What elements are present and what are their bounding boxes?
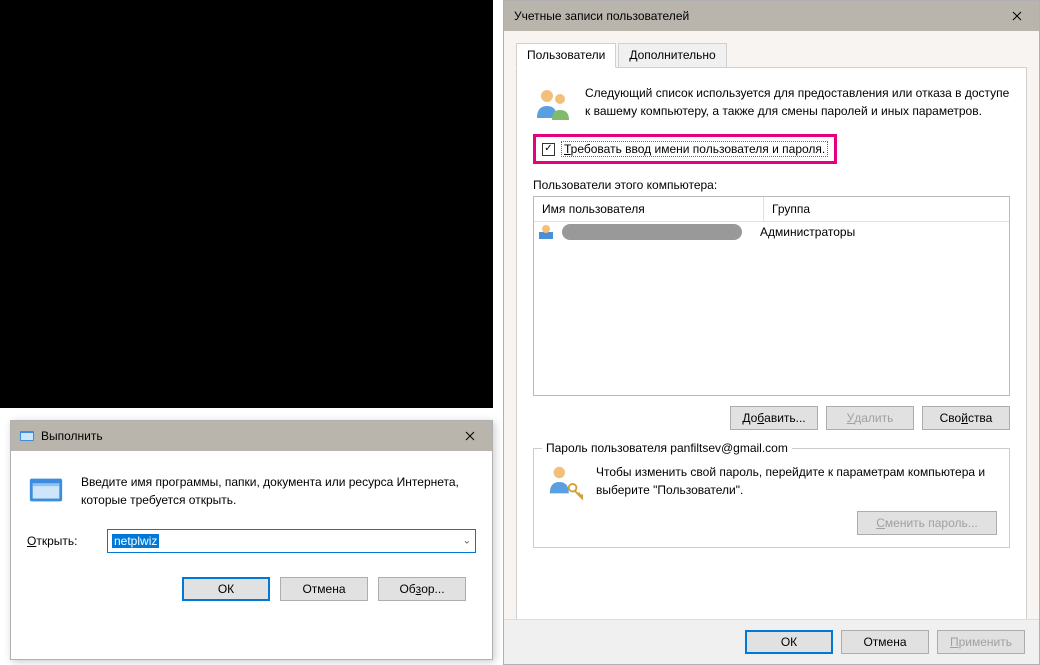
run-open-value: netplwiz	[112, 534, 159, 548]
tab-content-users: Следующий список используется для предос…	[516, 68, 1027, 638]
ua-titlebar[interactable]: Учетные записи пользователей	[504, 1, 1039, 31]
password-fieldset-legend: Пароль пользователя panfiltsev@gmail.com	[542, 441, 792, 455]
user-accounts-dialog: Учетные записи пользователей Пользовател…	[503, 0, 1040, 665]
password-instruction-text: Чтобы изменить свой пароль, перейдите к …	[596, 463, 997, 501]
users-list-header: Имя пользователя Группа	[534, 197, 1009, 222]
run-ok-button[interactable]: ОК	[182, 577, 270, 601]
user-key-icon	[546, 463, 584, 501]
close-icon	[465, 431, 475, 441]
col-header-name[interactable]: Имя пользователя	[534, 197, 764, 221]
require-login-label: Требовать ввод имени пользователя и паро…	[561, 141, 828, 157]
run-cancel-button[interactable]: Отмена	[280, 577, 368, 601]
password-fieldset: Пароль пользователя panfiltsev@gmail.com…	[533, 448, 1010, 548]
close-icon	[1012, 11, 1022, 21]
ua-apply-button: Применить	[937, 630, 1025, 654]
users-list-label: Пользователи этого компьютера:	[533, 178, 1010, 192]
users-icon	[533, 84, 573, 124]
run-title-icon	[19, 428, 35, 444]
remove-user-button: Удалить	[826, 406, 914, 430]
add-user-button[interactable]: Добавить...	[730, 406, 818, 430]
ua-close-button[interactable]	[994, 1, 1039, 31]
ua-bottom-button-row: ОК Отмена Применить	[504, 619, 1039, 664]
col-header-group[interactable]: Группа	[764, 197, 1009, 221]
ua-ok-button[interactable]: ОК	[745, 630, 833, 654]
ua-intro-text: Следующий список используется для предос…	[585, 84, 1010, 124]
change-password-button: Сменить пароль...	[857, 511, 997, 535]
run-app-icon	[27, 471, 65, 509]
redacted-username	[562, 224, 742, 240]
row-group: Администраторы	[760, 225, 855, 239]
desktop-black-area	[0, 0, 493, 408]
ua-title: Учетные записи пользователей	[514, 9, 994, 23]
tab-advanced[interactable]: Дополнительно	[618, 43, 726, 67]
chevron-down-icon: ⌄	[463, 536, 471, 547]
run-titlebar[interactable]: Выполнить	[11, 421, 492, 451]
require-login-highlight: ✓ Требовать ввод имени пользователя и па…	[533, 134, 837, 164]
require-login-checkbox[interactable]: ✓	[542, 143, 555, 156]
ua-tabs: Пользователи Дополнительно	[516, 43, 1027, 68]
run-instruction-text: Введите имя программы, папки, документа …	[81, 471, 476, 509]
run-open-label: Открыть:	[27, 534, 97, 548]
tab-users[interactable]: Пользователи	[516, 43, 616, 68]
table-row[interactable]: Администраторы	[534, 222, 1009, 242]
ua-cancel-button[interactable]: Отмена	[841, 630, 929, 654]
run-browse-button[interactable]: Обзор...	[378, 577, 466, 601]
run-dialog: Выполнить Введите имя программы, папки, …	[10, 420, 493, 660]
run-close-button[interactable]	[447, 421, 492, 451]
user-row-icon	[538, 224, 554, 240]
run-title: Выполнить	[41, 429, 447, 443]
run-open-combobox[interactable]: netplwiz ⌄	[107, 529, 476, 553]
users-list[interactable]: Имя пользователя Группа Администраторы	[533, 196, 1010, 396]
properties-button[interactable]: Свойства	[922, 406, 1010, 430]
